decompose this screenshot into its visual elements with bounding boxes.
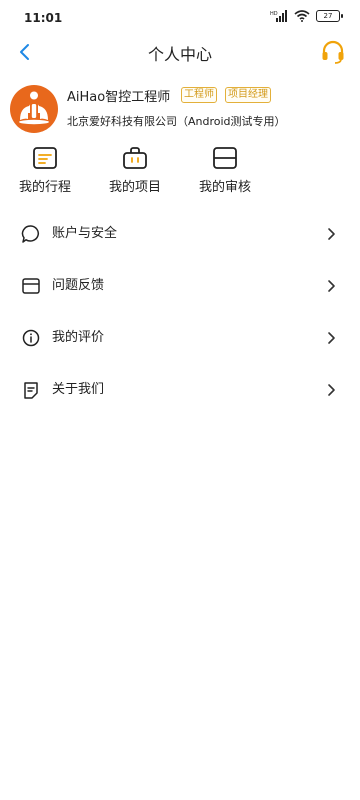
profile-card[interactable]: AiHao智控工程师 工程师 项目经理 北京爱好科技有限公司（Android测试…	[0, 78, 360, 138]
chevron-right-icon	[328, 332, 335, 344]
company-name: 北京爱好科技有限公司（Android测试专用）	[67, 115, 286, 128]
review-icon	[213, 147, 237, 169]
menu-item-label: 关于我们	[52, 382, 105, 397]
shortcut-my-projects[interactable]: 我的项目	[99, 143, 171, 199]
battery-icon: 27	[316, 10, 343, 22]
shortcut-my-itinerary[interactable]: 我的行程	[9, 143, 81, 199]
network-type-label: HD	[270, 11, 278, 17]
shortcut-grid: 我的行程 我的项目 我的审核	[0, 143, 360, 203]
top-nav-bar: 个人中心	[0, 34, 360, 70]
menu-item-label: 账户与安全	[52, 226, 118, 241]
shortcut-my-reviews[interactable]: 我的审核	[189, 143, 261, 199]
chevron-right-icon	[328, 384, 335, 396]
wifi-icon	[294, 10, 310, 22]
menu-item-label: 问题反馈	[52, 278, 105, 293]
shortcut-label: 我的审核	[198, 180, 251, 195]
feedback-window-icon	[22, 278, 40, 294]
status-icons: HD 27	[270, 10, 343, 22]
menu-item-label: 我的评价	[52, 330, 105, 345]
chevron-right-icon	[328, 228, 335, 240]
info-circle-icon	[22, 329, 40, 347]
chevron-right-icon	[328, 280, 335, 292]
role-tag-project-manager: 项目经理	[225, 87, 271, 103]
status-time: 11:01	[24, 11, 63, 25]
role-tag-engineer: 工程师	[181, 87, 217, 103]
menu-item-account-security[interactable]: 账户与安全	[0, 208, 360, 260]
menu-item-feedback[interactable]: 问题反馈	[0, 260, 360, 312]
shortcut-label: 我的行程	[18, 180, 71, 195]
profile-name: AiHao智控工程师	[67, 90, 171, 105]
avatar	[10, 85, 58, 133]
signal-icon: HD	[270, 10, 287, 22]
document-icon	[24, 382, 38, 399]
itinerary-icon	[33, 147, 57, 169]
shortcut-label: 我的项目	[108, 180, 161, 195]
menu-item-about-us[interactable]: 关于我们	[0, 364, 360, 416]
chat-bubble-icon	[21, 225, 40, 243]
project-bag-icon	[123, 147, 147, 169]
status-bar: 11:01 HD 27	[0, 0, 360, 38]
settings-menu: 账户与安全 问题反馈 我的评价 关于我们	[0, 208, 360, 416]
page-title: 个人中心	[147, 45, 212, 64]
menu-item-my-reviews[interactable]: 我的评价	[0, 312, 360, 364]
headset-support-icon[interactable]	[320, 39, 346, 65]
